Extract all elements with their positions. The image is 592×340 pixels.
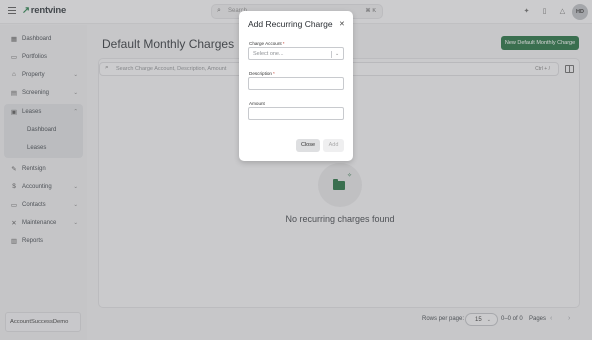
close-button[interactable]: Close	[296, 139, 320, 152]
close-icon[interactable]: ✕	[339, 20, 345, 28]
select-divider	[331, 51, 332, 58]
description-label: Description*	[249, 71, 275, 76]
add-button[interactable]: Add	[323, 139, 344, 152]
select-placeholder: Select one...	[253, 51, 284, 57]
dialog-title: Add Recurring Charge	[248, 19, 333, 29]
amount-label: Amount	[249, 101, 265, 106]
add-recurring-charge-dialog: Add Recurring Charge ✕ Charge Account* S…	[239, 11, 353, 161]
chevron-down-icon: ⌄	[335, 51, 340, 57]
charge-account-select[interactable]: Select one... ⌄	[248, 47, 344, 60]
charge-account-label: Charge Account*	[249, 41, 285, 46]
description-field[interactable]	[248, 77, 344, 90]
amount-field[interactable]	[248, 107, 344, 120]
